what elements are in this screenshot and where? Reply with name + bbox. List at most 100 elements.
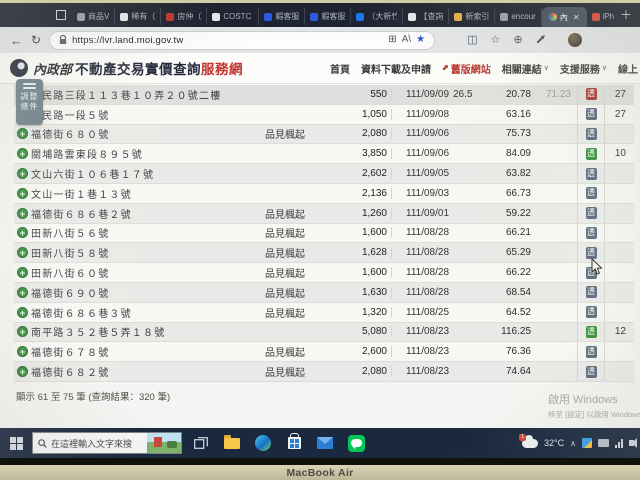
browser-tab[interactable]: encour [495,8,541,25]
nav-item[interactable]: 支援服務∨ [560,61,607,76]
expand-plus-icon[interactable]: + [17,346,28,357]
expand-plus-icon[interactable]: + [17,326,28,337]
edge-browser-button[interactable] [251,431,275,455]
speaker-icon[interactable] [629,440,634,446]
address-cell[interactable]: 文山六街１０６巷１７號 [31,166,265,181]
address-cell[interactable]: 田新八街５６號 [31,225,265,240]
property-type-badge-icon[interactable]: 透 [586,286,597,298]
read-aloud-icon[interactable]: A\ [402,35,411,45]
address-cell[interactable]: 文山一街１巷１３號 [31,186,265,201]
property-type-badge-icon[interactable]: 透 [586,168,597,180]
browser-tab[interactable]: （大新竹 [351,8,403,25]
expand-plus-icon[interactable]: + [17,148,28,159]
browser-tab[interactable]: 【查詢 [403,8,449,25]
expand-plus-icon[interactable]: + [17,128,28,139]
table-row[interactable]: + 文山六街１０６巷１７號 2,602 111/09/05 63.82 透 [14,164,634,184]
tray-app-icon[interactable] [582,438,592,448]
address-cell[interactable]: 關埔路雲東段８９５號 [31,146,265,161]
table-row[interactable]: + 義民路三段１１３巷１０弄２０號二樓 550 111/09/09 26.5 2… [14,85,634,105]
address-bar[interactable]: https://lvr.land.moi.gov.tw ⊞ A\ ★ [49,31,435,50]
address-cell[interactable]: 福德街６８２號 [31,364,265,379]
show-hidden-icons-chevron[interactable]: ∧ [570,439,576,448]
address-cell[interactable]: 義民路三段１１３巷１０弄２０號二樓 [31,87,265,102]
address-cell[interactable]: 義民路一段５號 [31,107,265,122]
table-row[interactable]: + 福德街６８０號 品見楓起 2,080 111/09/06 75.73 透 [14,125,634,145]
property-type-badge-icon[interactable]: 透 [586,326,597,338]
browser-tab[interactable]: 蝦客服 [259,8,305,25]
browser-tab[interactable]: 商品V [72,8,115,25]
property-type-badge-icon[interactable]: 透 [586,88,597,100]
expand-plus-icon[interactable]: + [17,247,28,258]
taskbar-search-box[interactable]: 在這裡輸入文字來搜 [32,432,182,454]
nav-item[interactable]: 相關連結∨ [502,61,549,76]
collections-icon[interactable]: ☆ [490,35,500,46]
browser-tab[interactable]: 房仲（ [161,8,207,25]
tray-drive-icon[interactable] [598,439,609,447]
browser-tab[interactable]: 稀有（ [115,8,161,25]
nav-item[interactable]: 資料下載及申請 [361,61,431,76]
file-explorer-button[interactable] [220,431,244,455]
table-row[interactable]: + 福德街６９０號 品見楓起 1,630 111/08/28 68.54 透 [14,283,634,303]
microsoft-store-button[interactable] [282,431,306,455]
tab-active[interactable]: 內✕ [542,7,587,27]
workspaces-icon[interactable]: ⊞ [388,35,396,45]
address-cell[interactable]: 福德街６７８號 [31,344,265,359]
address-cell[interactable]: 田新八街６０號 [31,265,265,280]
property-type-badge-icon[interactable]: 透 [586,128,597,140]
address-cell[interactable]: 福德街６８６巷２號 [31,206,265,221]
table-row[interactable]: + 義民路一段５號 1,050 111/09/08 63.16 透 27 [14,105,634,125]
expand-plus-icon[interactable]: + [17,188,28,199]
table-row[interactable]: + 田新八街５６號 品見楓起 1,600 111/08/28 66.21 透 [14,224,634,244]
property-type-badge-icon[interactable]: 透 [586,108,597,120]
table-row[interactable]: + 福德街６８６巷３號 品見楓起 1,320 111/08/25 64.52 透 [14,303,634,323]
browser-tab[interactable]: COSTC（ [207,8,259,25]
extensions-icon[interactable]: ⊕ [513,35,522,46]
property-type-badge-icon[interactable]: 透 [586,346,597,358]
property-type-badge-icon[interactable]: 透 [586,306,597,318]
property-type-badge-icon[interactable]: 透 [586,207,597,219]
favorite-star-icon[interactable]: ★ [416,35,425,45]
table-row[interactable]: + 田新八街６０號 品見楓起 1,600 111/08/28 66.22 透 [14,263,634,283]
split-screen-icon[interactable]: ◫ [467,35,477,46]
line-app-button[interactable] [344,431,368,455]
tab-close-icon[interactable]: ✕ [573,13,580,22]
new-tab-button[interactable]: ＋ [620,6,632,23]
adjust-conditions-tab[interactable]: 調整 條件 [16,79,43,125]
start-button[interactable] [0,437,32,450]
nav-item[interactable]: 線上 [618,61,638,76]
window-icon[interactable] [56,10,66,20]
table-row[interactable]: + 南平路３５２巷５弄１８號 5,080 111/08/23 116.25 透 … [14,323,634,343]
expand-plus-icon[interactable]: + [17,227,28,238]
search-highlight-illustration[interactable] [147,433,181,453]
profile-avatar[interactable] [568,33,582,47]
table-row[interactable]: + 福德街６８２號 品見楓起 2,080 111/08/23 74.64 透 [14,362,634,382]
web-capture-icon[interactable] [536,36,543,43]
browser-tab[interactable]: iPhone [587,8,614,25]
table-row[interactable]: + 田新八街５８號 品見楓起 1,628 111/08/28 65.29 透 [14,243,634,263]
network-signal-icon[interactable] [615,439,623,448]
expand-plus-icon[interactable]: + [17,366,28,377]
weather-cloud-icon[interactable]: 1 [522,439,538,448]
nav-item[interactable]: ⬈舊版網站 [442,61,491,76]
task-view-button[interactable] [189,431,213,455]
property-type-badge-icon[interactable]: 透 [586,227,597,239]
expand-plus-icon[interactable]: + [17,287,28,298]
property-type-badge-icon[interactable]: 透 [586,148,597,160]
table-row[interactable]: + 文山一街１巷１３號 2,136 111/09/03 66.73 透 [14,184,634,204]
address-cell[interactable]: 福德街６８０號 [31,126,265,141]
back-icon[interactable]: ← [10,34,23,47]
mail-button[interactable] [313,431,337,455]
expand-plus-icon[interactable]: + [17,267,28,278]
expand-plus-icon[interactable]: + [17,307,28,318]
browser-tab[interactable]: 蝦客服 [305,8,351,25]
table-row[interactable]: + 福德街６７８號 品見楓起 2,600 111/08/23 76.36 透 [14,342,634,362]
expand-plus-icon[interactable]: + [17,208,28,219]
table-row[interactable]: + 福德街６８６巷２號 品見楓起 1,260 111/09/01 59.22 透 [14,204,634,224]
url-text[interactable]: https://lvr.land.moi.gov.tw [72,35,383,46]
property-type-badge-icon[interactable]: 透 [586,187,597,199]
address-cell[interactable]: 福德街６９０號 [31,285,265,300]
address-cell[interactable]: 田新八街５８號 [31,245,265,260]
expand-plus-icon[interactable]: + [17,168,28,179]
browser-tab[interactable]: 新索引 [449,8,495,25]
nav-item[interactable]: 首頁 [330,61,350,76]
